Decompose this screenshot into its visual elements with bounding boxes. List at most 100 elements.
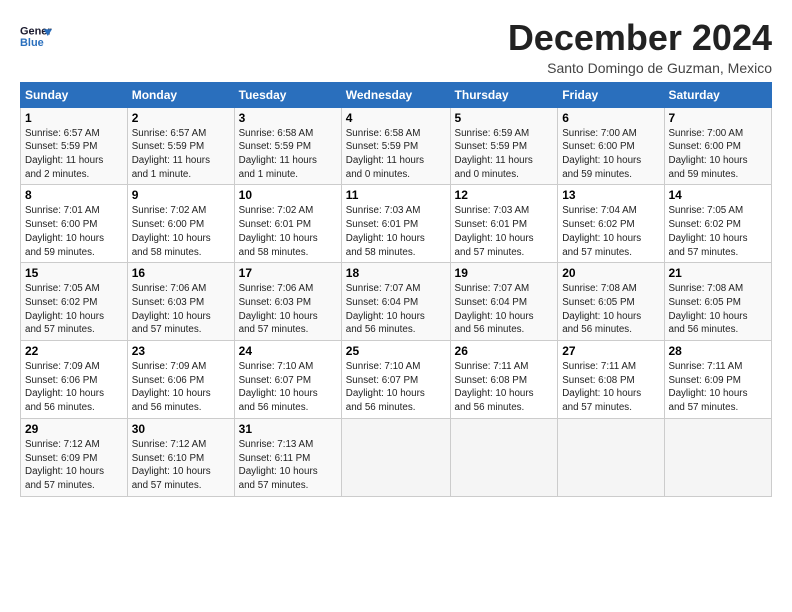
day-info: Sunrise: 7:13 AM Sunset: 6:11 PM Dayligh… [239, 438, 337, 493]
day-info: Sunrise: 6:57 AM Sunset: 5:59 PM Dayligh… [132, 127, 230, 182]
day-cell: 24 Sunrise: 7:10 AM Sunset: 6:07 PM Dayli… [234, 341, 341, 419]
day-number: 4 [346, 111, 446, 125]
page: General Blue December 2024 Santo Domingo… [0, 0, 792, 507]
title-block: December 2024 Santo Domingo de Guzman, M… [508, 18, 772, 76]
day-cell: 26 Sunrise: 7:11 AM Sunset: 6:08 PM Dayli… [450, 341, 558, 419]
logo-icon: General Blue [20, 22, 52, 50]
day-info: Sunrise: 7:07 AM Sunset: 6:04 PM Dayligh… [455, 282, 554, 337]
logo: General Blue [20, 22, 56, 50]
day-number: 12 [455, 188, 554, 202]
day-info: Sunrise: 6:57 AM Sunset: 5:59 PM Dayligh… [25, 127, 123, 182]
day-info: Sunrise: 7:04 AM Sunset: 6:02 PM Dayligh… [562, 204, 659, 259]
day-cell: 17 Sunrise: 7:06 AM Sunset: 6:03 PM Dayli… [234, 263, 341, 341]
day-cell: 2 Sunrise: 6:57 AM Sunset: 5:59 PM Daylig… [127, 107, 234, 185]
col-wednesday: Wednesday [341, 82, 450, 107]
day-cell: 21 Sunrise: 7:08 AM Sunset: 6:05 PM Dayli… [664, 263, 772, 341]
day-cell: 19 Sunrise: 7:07 AM Sunset: 6:04 PM Dayli… [450, 263, 558, 341]
day-number: 8 [25, 188, 123, 202]
day-number: 24 [239, 344, 337, 358]
calendar-table: Sunday Monday Tuesday Wednesday Thursday… [20, 82, 772, 497]
day-number: 9 [132, 188, 230, 202]
day-info: Sunrise: 7:07 AM Sunset: 6:04 PM Dayligh… [346, 282, 446, 337]
day-number: 16 [132, 266, 230, 280]
day-cell: 4Sunrise: 6:58 AM Sunset: 5:59 PM Daylig… [341, 107, 450, 185]
day-info: Sunrise: 6:59 AM Sunset: 5:59 PM Dayligh… [455, 127, 554, 182]
day-cell: 7Sunrise: 7:00 AM Sunset: 6:00 PM Daylig… [664, 107, 772, 185]
day-number: 30 [132, 422, 230, 436]
day-cell: 13 Sunrise: 7:04 AM Sunset: 6:02 PM Dayli… [558, 185, 664, 263]
col-monday: Monday [127, 82, 234, 107]
day-cell: 29Sunrise: 7:12 AM Sunset: 6:09 PM Dayli… [21, 418, 128, 496]
header-row: Sunday Monday Tuesday Wednesday Thursday… [21, 82, 772, 107]
day-cell: 20Sunrise: 7:08 AM Sunset: 6:05 PM Dayli… [558, 263, 664, 341]
day-info: Sunrise: 7:10 AM Sunset: 6:07 PM Dayligh… [346, 360, 446, 415]
day-cell: 8Sunrise: 7:01 AM Sunset: 6:00 PM Daylig… [21, 185, 128, 263]
location: Santo Domingo de Guzman, Mexico [508, 60, 772, 76]
day-info: Sunrise: 7:00 AM Sunset: 6:00 PM Dayligh… [562, 127, 659, 182]
day-number: 31 [239, 422, 337, 436]
day-number: 6 [562, 111, 659, 125]
col-saturday: Saturday [664, 82, 772, 107]
day-info: Sunrise: 7:03 AM Sunset: 6:01 PM Dayligh… [455, 204, 554, 259]
day-info: Sunrise: 7:02 AM Sunset: 6:00 PM Dayligh… [132, 204, 230, 259]
col-tuesday: Tuesday [234, 82, 341, 107]
header: General Blue December 2024 Santo Domingo… [20, 18, 772, 76]
day-number: 20 [562, 266, 659, 280]
day-info: Sunrise: 7:03 AM Sunset: 6:01 PM Dayligh… [346, 204, 446, 259]
week-row-2: 8Sunrise: 7:01 AM Sunset: 6:00 PM Daylig… [21, 185, 772, 263]
day-cell: 10 Sunrise: 7:02 AM Sunset: 6:01 PM Dayli… [234, 185, 341, 263]
day-info: Sunrise: 7:09 AM Sunset: 6:06 PM Dayligh… [25, 360, 123, 415]
day-number: 1 [25, 111, 123, 125]
day-cell [558, 418, 664, 496]
day-number: 13 [562, 188, 659, 202]
day-number: 23 [132, 344, 230, 358]
day-cell: 31 Sunrise: 7:13 AM Sunset: 6:11 PM Dayli… [234, 418, 341, 496]
day-info: Sunrise: 7:08 AM Sunset: 6:05 PM Dayligh… [669, 282, 768, 337]
day-cell: 5 Sunrise: 6:59 AM Sunset: 5:59 PM Daylig… [450, 107, 558, 185]
day-number: 10 [239, 188, 337, 202]
day-number: 18 [346, 266, 446, 280]
day-cell: 14Sunrise: 7:05 AM Sunset: 6:02 PM Dayli… [664, 185, 772, 263]
day-number: 2 [132, 111, 230, 125]
week-row-1: 1 Sunrise: 6:57 AM Sunset: 5:59 PM Daylig… [21, 107, 772, 185]
day-number: 19 [455, 266, 554, 280]
day-cell: 6 Sunrise: 7:00 AM Sunset: 6:00 PM Daylig… [558, 107, 664, 185]
svg-text:Blue: Blue [20, 37, 44, 49]
day-number: 17 [239, 266, 337, 280]
day-cell [664, 418, 772, 496]
day-cell: 22Sunrise: 7:09 AM Sunset: 6:06 PM Dayli… [21, 341, 128, 419]
col-thursday: Thursday [450, 82, 558, 107]
day-cell: 9 Sunrise: 7:02 AM Sunset: 6:00 PM Daylig… [127, 185, 234, 263]
day-number: 26 [455, 344, 554, 358]
day-cell: 28Sunrise: 7:11 AM Sunset: 6:09 PM Dayli… [664, 341, 772, 419]
day-number: 5 [455, 111, 554, 125]
day-info: Sunrise: 7:11 AM Sunset: 6:08 PM Dayligh… [455, 360, 554, 415]
week-row-5: 29Sunrise: 7:12 AM Sunset: 6:09 PM Dayli… [21, 418, 772, 496]
day-info: Sunrise: 7:12 AM Sunset: 6:09 PM Dayligh… [25, 438, 123, 493]
day-number: 11 [346, 188, 446, 202]
month-title: December 2024 [508, 18, 772, 58]
col-friday: Friday [558, 82, 664, 107]
day-info: Sunrise: 7:02 AM Sunset: 6:01 PM Dayligh… [239, 204, 337, 259]
day-cell [450, 418, 558, 496]
day-info: Sunrise: 7:11 AM Sunset: 6:09 PM Dayligh… [669, 360, 768, 415]
day-cell: 3 Sunrise: 6:58 AM Sunset: 5:59 PM Daylig… [234, 107, 341, 185]
day-cell: 18 Sunrise: 7:07 AM Sunset: 6:04 PM Dayli… [341, 263, 450, 341]
day-number: 21 [669, 266, 768, 280]
day-number: 15 [25, 266, 123, 280]
day-info: Sunrise: 7:06 AM Sunset: 6:03 PM Dayligh… [132, 282, 230, 337]
day-number: 14 [669, 188, 768, 202]
day-cell: 11 Sunrise: 7:03 AM Sunset: 6:01 PM Dayli… [341, 185, 450, 263]
day-cell: 30Sunrise: 7:12 AM Sunset: 6:10 PM Dayli… [127, 418, 234, 496]
day-info: Sunrise: 7:05 AM Sunset: 6:02 PM Dayligh… [25, 282, 123, 337]
day-info: Sunrise: 7:09 AM Sunset: 6:06 PM Dayligh… [132, 360, 230, 415]
day-info: Sunrise: 6:58 AM Sunset: 5:59 PM Dayligh… [239, 127, 337, 182]
col-sunday: Sunday [21, 82, 128, 107]
day-info: Sunrise: 7:10 AM Sunset: 6:07 PM Dayligh… [239, 360, 337, 415]
day-cell: 23 Sunrise: 7:09 AM Sunset: 6:06 PM Dayli… [127, 341, 234, 419]
day-number: 27 [562, 344, 659, 358]
day-cell: 16 Sunrise: 7:06 AM Sunset: 6:03 PM Dayli… [127, 263, 234, 341]
day-info: Sunrise: 7:06 AM Sunset: 6:03 PM Dayligh… [239, 282, 337, 337]
day-number: 7 [669, 111, 768, 125]
day-number: 3 [239, 111, 337, 125]
